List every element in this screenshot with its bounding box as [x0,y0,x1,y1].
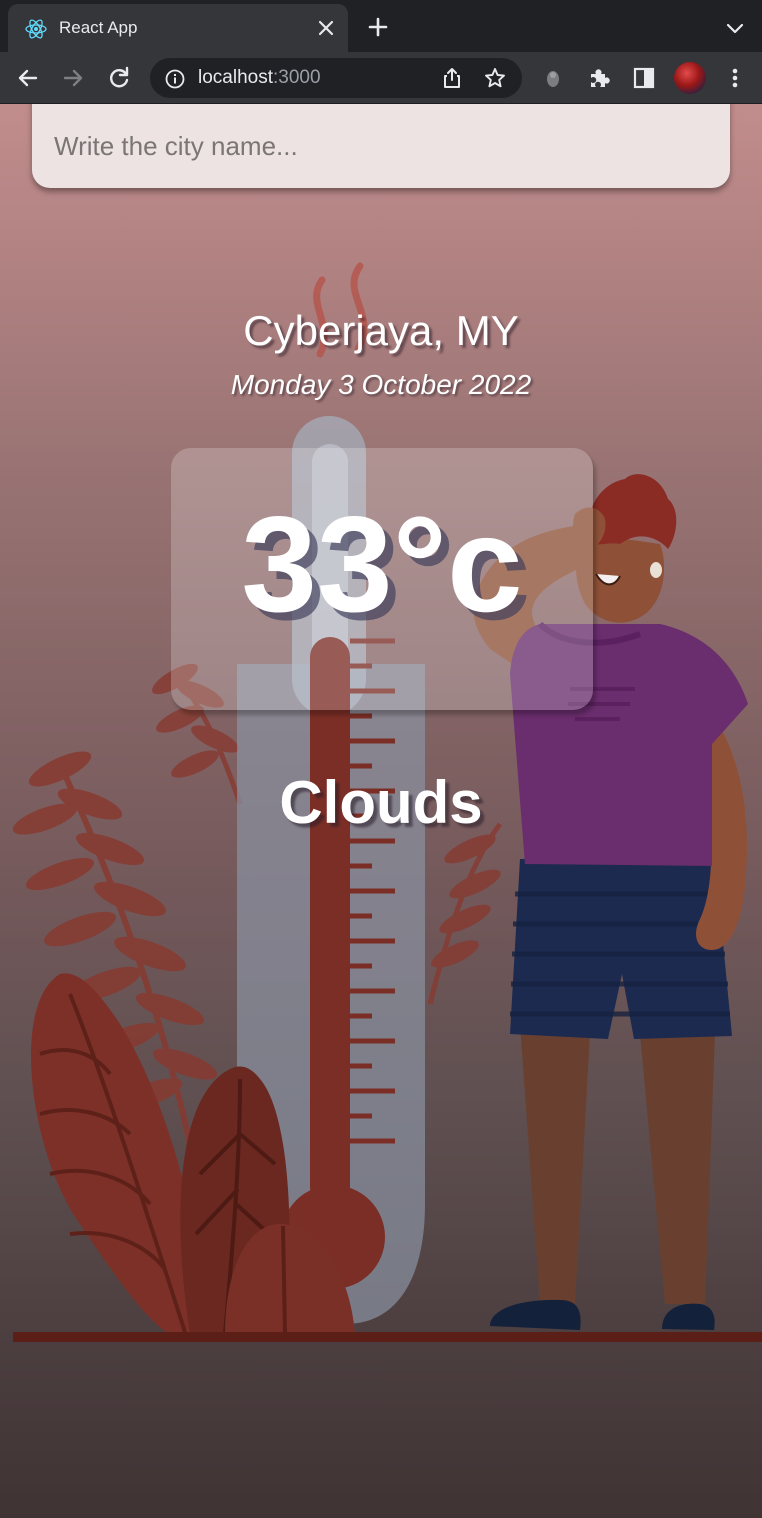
new-tab-icon[interactable] [366,15,390,39]
url-text: localhost:3000 [198,67,321,89]
temperature-value: 33°c [241,488,523,640]
site-info-icon[interactable] [164,68,186,90]
city-search-input[interactable] [54,104,704,188]
browser-tab[interactable]: React App [8,4,348,52]
location-label: Cyberjaya, MY [243,307,519,354]
reload-icon[interactable] [105,64,133,92]
browser-toolbar: localhost:3000 [0,52,762,104]
date-label: Monday 3 October 2022 [230,369,532,400]
url-port: :3000 [273,67,321,88]
more-menu-icon[interactable] [722,65,748,91]
extension-icon[interactable] [540,65,566,91]
profile-avatar[interactable] [674,62,706,94]
close-tab-icon[interactable] [314,16,338,40]
tab-title: React App [59,18,138,37]
city-search-box [32,104,730,188]
temperature-card: 33°c [171,448,593,710]
bookmark-star-icon[interactable] [483,66,507,90]
weather-app-page: Cyberjaya, MY Monday 3 October 2022 33°c… [0,104,762,1518]
share-icon[interactable] [440,66,464,90]
back-arrow-icon[interactable] [14,64,42,92]
weather-condition: Clouds [279,769,483,836]
react-logo-icon [25,19,47,39]
browser-tab-strip: React App [0,0,762,52]
side-panel-icon[interactable] [631,65,657,91]
address-bar[interactable]: localhost:3000 [150,58,522,98]
forward-arrow-icon[interactable] [59,64,87,92]
chevron-down-icon[interactable] [723,16,747,40]
url-host: localhost [198,67,273,88]
extensions-puzzle-icon[interactable] [586,65,612,91]
